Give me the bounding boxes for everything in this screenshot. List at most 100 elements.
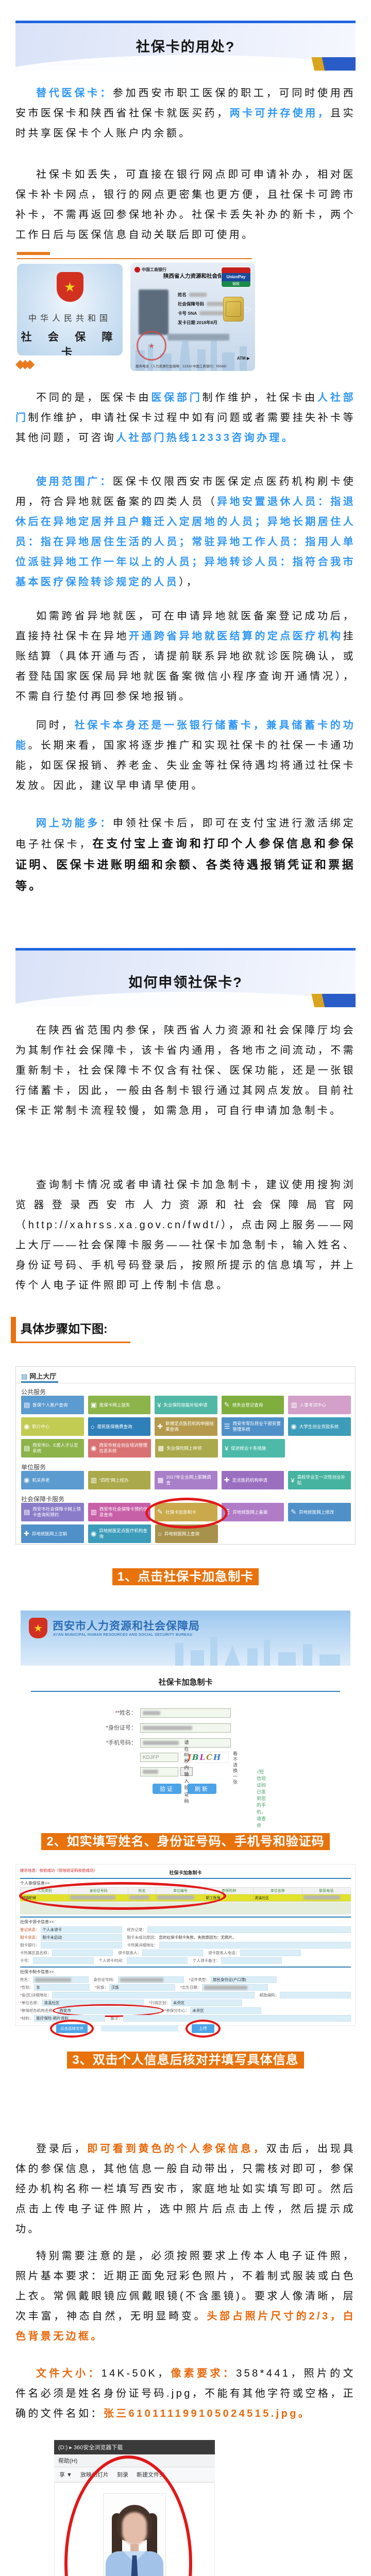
share-menu[interactable]: 享 ▼ (59, 2470, 72, 2479)
portal-tile-人事考试中心[interactable]: ▥人事考试中心 (288, 1396, 351, 1414)
portal-tile-失业保险网上申领[interactable]: ▦失业保险网上申领 (155, 1439, 218, 1458)
paragraph-province-card: 在陕西省范围内参保，陕西省人力资源和社会保障厅均会为其制作社会保障卡，该卡省内通… (15, 1021, 356, 1121)
captcha-refresh-link[interactable]: 看不清换一张 (233, 1751, 238, 1785)
portal-tile-2017年企业网上薪酬调查[interactable]: ▦2017年企业网上薪酬调查 (155, 1471, 217, 1489)
portal-tile-机关养老[interactable]: ◉机关养老 (21, 1471, 84, 1489)
field: 领卡联系人电话： (208, 1950, 301, 1956)
tile-icon: ¥ (157, 1401, 161, 1409)
portal-tile-居民医保缴费查询[interactable]: ○居民医保缴费查询 (88, 1417, 151, 1436)
portal-tile-社保卡加急制卡[interactable]: ✎社保卡加急制卡 (155, 1503, 217, 1521)
portal-tile-职介中心[interactable]: ◉职介中心 (21, 1417, 84, 1436)
portal-tile-异地就医网上注销[interactable]: ✚异地就医网上注销 (21, 1524, 84, 1543)
field-value-box[interactable]: 制卡未启动 (41, 1934, 122, 1941)
card-field-issue-date: 发卡日期 2018年8月 (178, 319, 217, 326)
portal-tile-异地就医定点医疗机构查询[interactable]: ◉异地就医定点医疗机构查询 (88, 1524, 151, 1543)
refresh-button[interactable]: 刷新 (188, 1784, 216, 1794)
field-label: 领卡联系人： (118, 1950, 141, 1956)
upload-button[interactable]: 上传 (192, 2024, 214, 2033)
name-input[interactable] (140, 1708, 231, 1718)
field-row: 姓名：身份证号码：*证件类型：居民身份证(户口簿) (20, 1976, 351, 1984)
tile-label: 异地就医网上注销 (32, 1531, 67, 1537)
field-label: 制卡银行： (20, 1942, 40, 1948)
field-value-box[interactable] (123, 2015, 351, 2022)
field-value-box[interactable] (118, 1976, 184, 1983)
field: *证件类型：居民身份证(户口簿) (189, 1976, 277, 1983)
portal-tile-西安市就业创业培训管理信息系统[interactable]: ◉西安市就业创业培训管理信息系统 (88, 1439, 151, 1458)
field-value-box[interactable] (127, 1957, 188, 1964)
sms-countdown-button[interactable]: 请在89秒内输入验证码 (180, 1767, 193, 1776)
portal-tile-西安市社会保障卡预约信息查询[interactable]: ▥西安市社会保障卡预约信息查询 (88, 1503, 151, 1521)
id-input[interactable] (140, 1723, 231, 1733)
orange-divider-long (17, 258, 252, 259)
portal-tile-西安市社会保障卡网上领卡查询和预约[interactable]: ▤西安市社会保障卡网上领卡查询和预约 (21, 1503, 84, 1521)
field-value-box[interactable] (52, 1950, 113, 1956)
national-emblem-icon: ★ (57, 272, 83, 302)
phone-label: *手机号码： (77, 1738, 137, 1747)
field-value-box[interactable]: 未央区 (190, 2007, 261, 2014)
field-value-box[interactable] (142, 1950, 203, 1956)
field-value-box[interactable]: 个人未领卡 (41, 1926, 122, 1933)
field-value-box[interactable] (240, 1950, 301, 1956)
portal-tile-就失业登记查询[interactable]: ✎就失业登记查询 (222, 1396, 284, 1414)
field: *民族：汉族 (95, 1984, 175, 1991)
field-value-box[interactable]: 女 (34, 1984, 90, 1991)
tile-label: 西安市社会保障卡预约信息查询 (99, 1506, 148, 1517)
field: 身份证号码： (94, 1976, 184, 1983)
portal-tile-大学生创业贷款系统[interactable]: ◉大学生创业贷款系统 (288, 1417, 351, 1436)
field-label: 卡所属区县名称： (20, 1950, 51, 1956)
field-value-box[interactable] (280, 1992, 351, 1998)
field-value-box[interactable] (202, 1984, 268, 1991)
portal-tile-“四险”网上经办[interactable]: ▥“四险”网上经办 (88, 1471, 151, 1489)
field-value-box[interactable] (221, 1957, 282, 1964)
field-value-box[interactable] (41, 1942, 122, 1948)
captcha-input[interactable]: KDJFP (140, 1753, 178, 1762)
portal-tile-失业保险技能补贴申请[interactable]: ¥失业保险技能补贴申请 (155, 1396, 217, 1414)
text-span: 异地安置退休人员：指退休后在异地定居并且户籍迁入定居地的人员；异地长期居住人员：… (15, 496, 356, 588)
file-explorer-screenshot: (D:) ▸ 360安全浏览器下载 帮助(H) 享 ▼ 放映幻灯片 刻录 新建文… (54, 2440, 215, 2576)
form-title: 社保卡加急制卡 (0, 1676, 371, 1687)
field-label: *单位名称： (20, 2000, 41, 2006)
verify-button[interactable]: 验证 (153, 1784, 181, 1794)
card-country-text: 中华人民共和国 (17, 311, 123, 324)
sms-code-input[interactable] (140, 1767, 178, 1776)
portal-tile-促进就业十条措施[interactable]: ¥促进就业十条措施 (222, 1439, 285, 1458)
tile-icon: ◉ (91, 1530, 96, 1538)
portal-tile-异地就医网上备案[interactable]: ☰异地就医网上备案 (222, 1503, 284, 1521)
national-emblem-icon: ★ (29, 1618, 47, 1638)
unionpay-cn-text: 银联 (222, 281, 250, 287)
portal-tile-新增定点医药机构申报结果查询[interactable]: ✚新增定点医药机构申报结果查询 (155, 1417, 217, 1436)
text-span: 同时， (36, 720, 74, 731)
portal-tile-医保个人账户查询[interactable]: ▤医保个人账户查询 (21, 1396, 84, 1414)
id-label: *身份证号： (77, 1723, 137, 1732)
field-value-box[interactable] (33, 1957, 94, 1964)
choose-file-button[interactable]: 点击选择文件 (56, 2024, 88, 2033)
field-value-box[interactable] (159, 1942, 351, 1948)
field-label: 卡号： (20, 1958, 32, 1963)
portal-tile-西安市军队转业干部安置管理系统[interactable]: ☰西安市军队转业干部安置管理系统 (222, 1417, 284, 1436)
tile-label: 新增定点医药机构申报结果查询 (165, 1421, 215, 1432)
tile-label: 西安市军队转业干部安置管理系统 (232, 1421, 281, 1432)
text-span: 登录后， (36, 2143, 87, 2155)
bureau-subtitle: XI'AN MUNICIPAL HUMAN RESOURCES AND SOCI… (53, 1633, 192, 1637)
portal-tile-高校毕业生一次性创业补贴[interactable]: ¥高校毕业生一次性创业补贴 (288, 1471, 351, 1489)
tile-icon: ▤ (24, 1508, 30, 1516)
field-value-box[interactable]: 居民身份证(户口簿) (211, 1976, 277, 1983)
field-value-box[interactable]: 汉族 (109, 1984, 175, 1991)
portal-tile-西安市D、E类人才认定系统[interactable]: ▤西安市D、E类人才认定系统 (21, 1439, 84, 1458)
icbc-logo: 中国工商银行 (134, 267, 166, 273)
paragraph-cross-province: 如需跨省异地就医，可在申请异地就医备案登记成功后，直接持社保卡在异地开通跨省异地… (15, 606, 356, 707)
portal-tile-定点医药机构申请[interactable]: ✚定点医药机构申请 (222, 1471, 284, 1489)
field-value-box[interactable]: 西安市 (57, 2007, 159, 2014)
tile-label: 大学生创业贷款系统 (299, 1424, 339, 1430)
portal-tile-医保卡网上挂失[interactable]: ▣医保卡网上挂失 (88, 1396, 151, 1414)
text-span: 替代医保卡： (36, 88, 113, 99)
field-value-box[interactable] (147, 1926, 351, 1933)
field-value-box[interactable] (52, 1992, 254, 1998)
text-span: 网上功能多： (36, 818, 113, 829)
tile-icon: ◉ (291, 1422, 296, 1431)
field-value-box[interactable] (33, 1976, 89, 1983)
skyline-wall (319, 1654, 340, 1666)
field-value-box[interactable]: 未央区 (171, 1999, 242, 2006)
divider (20, 1878, 351, 1879)
portal-tile-异地就医网上修改[interactable]: ✎异地就医网上修改 (288, 1503, 351, 1521)
